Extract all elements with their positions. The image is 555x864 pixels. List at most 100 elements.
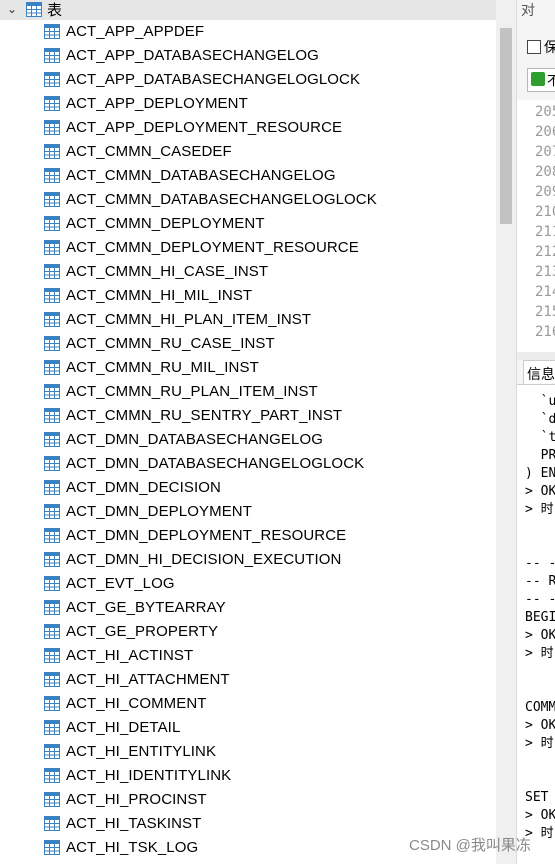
line-number: 210 <box>535 204 555 220</box>
table-name: ACT_CMMN_DEPLOYMENT <box>66 215 265 232</box>
table-icon <box>44 600 60 620</box>
table-icon <box>44 144 60 164</box>
pane-splitter[interactable] <box>517 352 555 360</box>
table-item[interactable]: ACT_CMMN_RU_MIL_INST <box>0 356 496 380</box>
table-item[interactable]: ACT_CMMN_CASEDEF <box>0 140 496 164</box>
table-name: ACT_HI_COMMENT <box>66 695 207 712</box>
table-name: ACT_HI_ATTACHMENT <box>66 671 230 688</box>
table-item[interactable]: ACT_CMMN_RU_SENTRY_PART_INST <box>0 404 496 428</box>
table-item[interactable]: ACT_DMN_DATABASECHANGELOGLOCK <box>0 452 496 476</box>
table-item[interactable]: ACT_HI_IDENTITYLINK <box>0 764 496 788</box>
line-number: 207 <box>535 144 555 160</box>
console-line: PR <box>525 448 555 463</box>
table-item[interactable]: ACT_CMMN_DEPLOYMENT_RESOURCE <box>0 236 496 260</box>
table-item[interactable]: ACT_EVT_LOG <box>0 572 496 596</box>
line-number: 213 <box>535 264 555 280</box>
table-icon <box>44 312 60 332</box>
table-icon <box>44 168 60 188</box>
table-name: ACT_CMMN_DATABASECHANGELOGLOCK <box>66 191 377 208</box>
table-name: ACT_CMMN_DEPLOYMENT_RESOURCE <box>66 239 359 256</box>
object-tab[interactable]: 对 <box>521 0 535 20</box>
table-item[interactable]: ACT_DMN_DATABASECHANGELOG <box>0 428 496 452</box>
console-line: > OK <box>525 484 555 499</box>
table-item[interactable]: ACT_GE_BYTEARRAY <box>0 596 496 620</box>
table-icon <box>44 624 60 644</box>
table-name: ACT_DMN_DECISION <box>66 479 221 496</box>
table-name: ACT_HI_IDENTITYLINK <box>66 767 232 784</box>
run-button[interactable]: 不 <box>527 68 555 92</box>
table-name: ACT_HI_DETAIL <box>66 719 181 736</box>
table-icon <box>44 480 60 500</box>
table-item[interactable]: ACT_APP_DEPLOYMENT_RESOURCE <box>0 116 496 140</box>
table-icon <box>44 696 60 716</box>
table-item[interactable]: ACT_DMN_HI_DECISION_EXECUTION <box>0 548 496 572</box>
table-item[interactable]: ACT_GE_PROPERTY <box>0 620 496 644</box>
table-item[interactable]: ACT_HI_DETAIL <box>0 716 496 740</box>
table-name: ACT_CMMN_RU_SENTRY_PART_INST <box>66 407 343 424</box>
console-line: > 时 <box>525 502 554 517</box>
table-name: ACT_CMMN_HI_PLAN_ITEM_INST <box>66 311 312 328</box>
tab-info[interactable]: 信息 <box>523 360 555 385</box>
line-number: 209 <box>535 184 555 200</box>
run-icon <box>531 72 545 86</box>
line-number: 214 <box>535 284 555 300</box>
table-item[interactable]: ACT_DMN_DEPLOYMENT <box>0 500 496 524</box>
table-icon <box>44 192 60 212</box>
console-line: > 时 <box>525 736 554 751</box>
table-icon <box>44 792 60 812</box>
table-name: ACT_HI_TSK_LOG <box>66 839 199 856</box>
table-icon <box>44 720 60 740</box>
table-item[interactable]: ACT_HI_TASKINST <box>0 812 496 836</box>
table-icon <box>44 576 60 596</box>
table-item[interactable]: ACT_APP_APPDEF <box>0 20 496 44</box>
save-button-label[interactable]: 保 <box>544 37 555 57</box>
console-line: -- - <box>525 556 555 571</box>
message-console: `u `d `t PR) EN > OK > 时 -- - -- R -- - BEGI > … <box>517 384 555 864</box>
chevron-down-icon[interactable]: ⌄ <box>7 2 17 16</box>
table-item[interactable]: ACT_HI_COMMENT <box>0 692 496 716</box>
table-name: ACT_CMMN_CASEDEF <box>66 143 232 160</box>
table-item[interactable]: ACT_APP_DATABASECHANGELOG <box>0 44 496 68</box>
table-name: ACT_DMN_DEPLOYMENT <box>66 503 252 520</box>
scrollbar-thumb[interactable] <box>500 28 512 224</box>
table-name: ACT_DMN_DEPLOYMENT_RESOURCE <box>66 527 347 544</box>
table-item[interactable]: ACT_HI_ACTINST <box>0 644 496 668</box>
line-number: 212 <box>535 244 555 260</box>
table-item[interactable]: ACT_CMMN_HI_MIL_INST <box>0 284 496 308</box>
table-name: ACT_GE_BYTEARRAY <box>66 599 226 616</box>
table-item[interactable]: ACT_CMMN_DATABASECHANGELOG <box>0 164 496 188</box>
console-line: > OK <box>525 808 555 823</box>
tab-info-label: 信息 <box>527 366 555 382</box>
table-item[interactable]: ACT_CMMN_RU_PLAN_ITEM_INST <box>0 380 496 404</box>
console-line: > OK <box>525 718 555 733</box>
table-icon <box>44 360 60 380</box>
tree-group-label: 表 <box>47 1 63 19</box>
watermark: CSDN @我叫果冻 <box>409 837 531 854</box>
console-line: SET <box>525 790 555 805</box>
table-item[interactable]: ACT_HI_ATTACHMENT <box>0 668 496 692</box>
tree-group-tables[interactable]: ⌄ 表 <box>0 0 496 20</box>
table-item[interactable]: ACT_DMN_DECISION <box>0 476 496 500</box>
table-item[interactable]: ACT_APP_DATABASECHANGELOGLOCK <box>0 68 496 92</box>
table-item[interactable]: ACT_DMN_DEPLOYMENT_RESOURCE <box>0 524 496 548</box>
table-item[interactable]: ACT_CMMN_RU_CASE_INST <box>0 332 496 356</box>
save-icon[interactable] <box>527 40 541 54</box>
console-line: `d <box>525 412 555 427</box>
table-item[interactable]: ACT_CMMN_DATABASECHANGELOGLOCK <box>0 188 496 212</box>
table-item[interactable]: ACT_HI_PROCINST <box>0 788 496 812</box>
vertical-scrollbar[interactable] <box>496 0 516 864</box>
console-line: `t <box>525 430 555 445</box>
console-line: > 时 <box>525 646 554 661</box>
table-name: ACT_HI_ACTINST <box>66 647 194 664</box>
table-item[interactable]: ACT_APP_DEPLOYMENT <box>0 92 496 116</box>
table-item[interactable]: ACT_CMMN_DEPLOYMENT <box>0 212 496 236</box>
table-item[interactable]: ACT_HI_ENTITYLINK <box>0 740 496 764</box>
table-item[interactable]: ACT_CMMN_HI_CASE_INST <box>0 260 496 284</box>
table-icon <box>44 648 60 668</box>
console-line: > OK <box>525 628 555 643</box>
table-icon <box>44 384 60 404</box>
table-icon <box>44 744 60 764</box>
table-item[interactable]: ACT_CMMN_HI_PLAN_ITEM_INST <box>0 308 496 332</box>
table-icon <box>44 672 60 692</box>
line-number: 205 <box>535 104 555 120</box>
